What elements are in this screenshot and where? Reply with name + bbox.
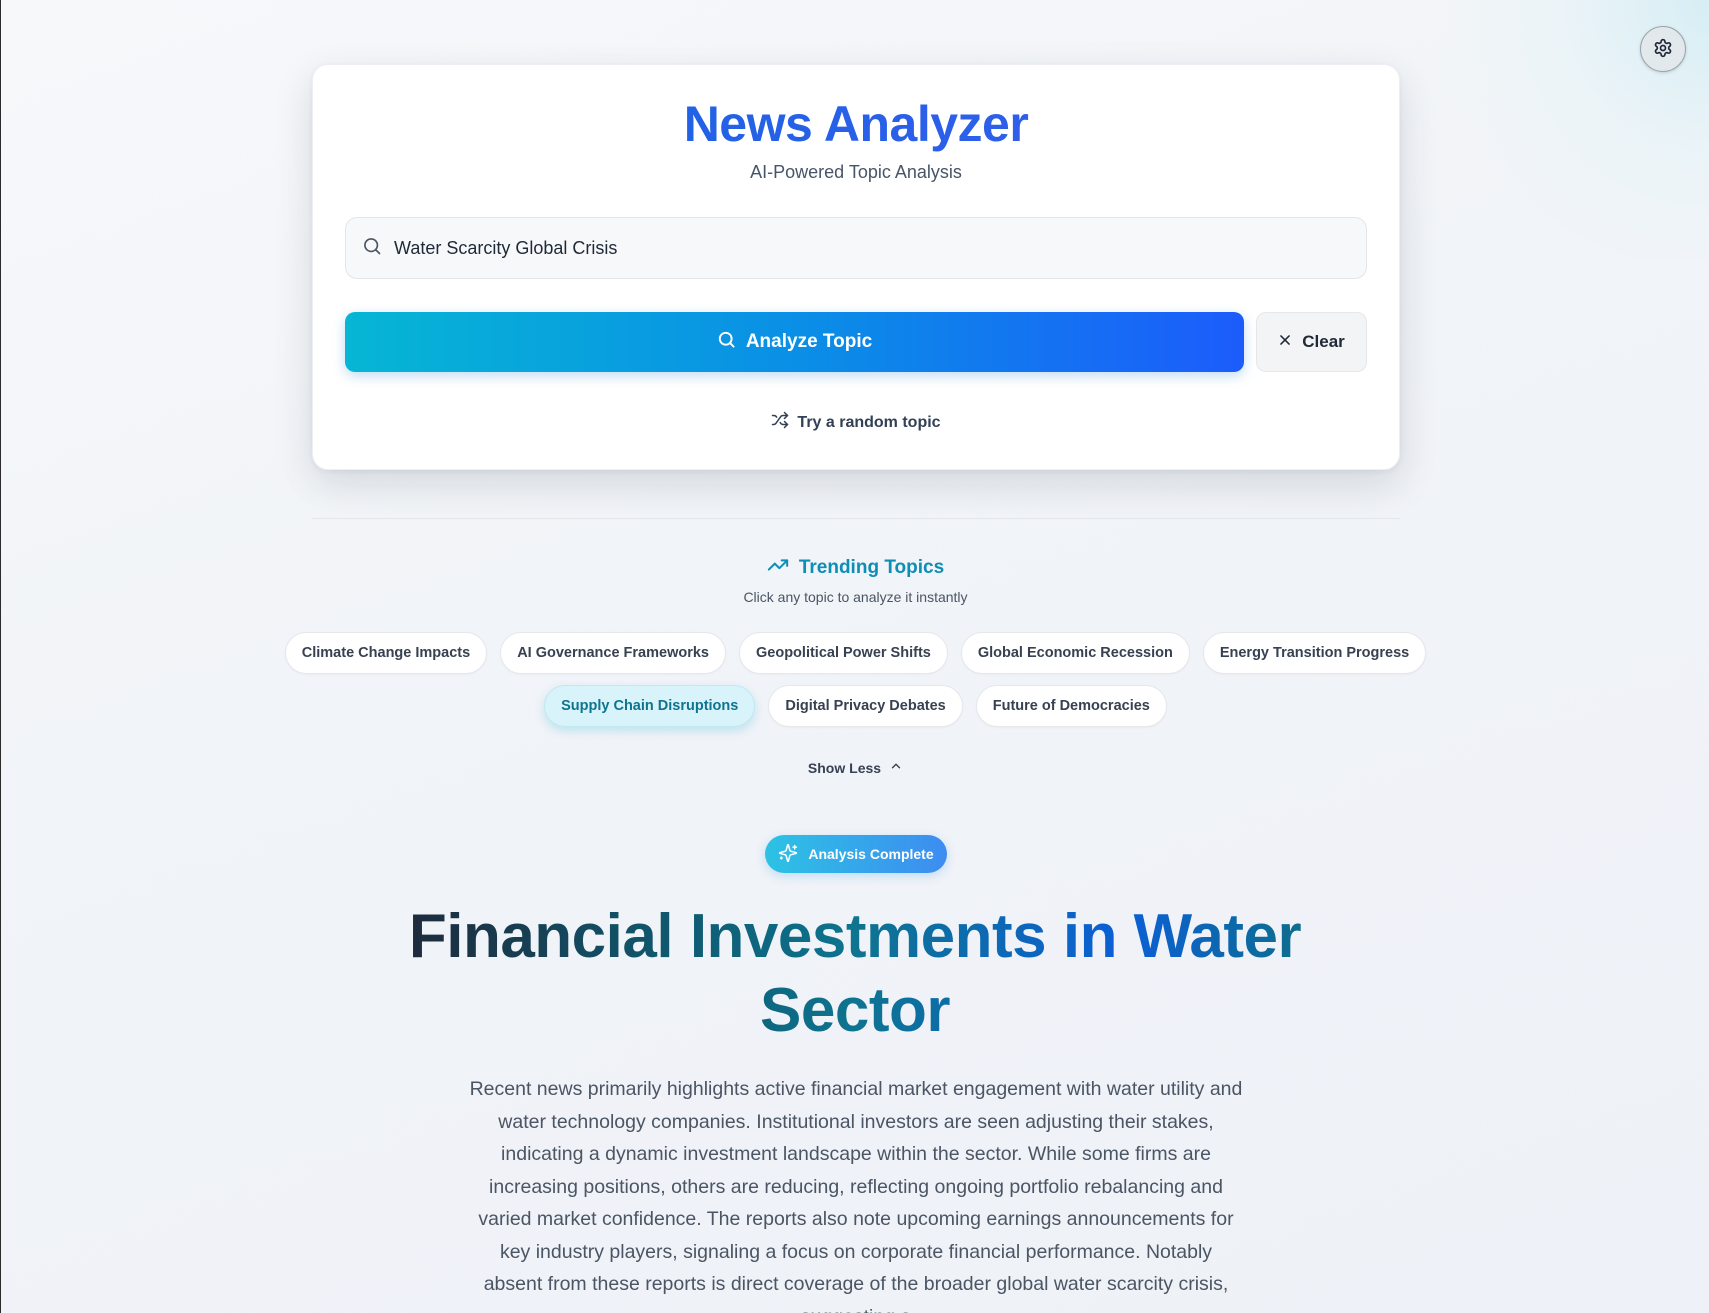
chevron-up-icon xyxy=(889,759,903,776)
topic-chip[interactable]: Future of Democracies xyxy=(975,685,1167,727)
settings-button[interactable] xyxy=(1640,26,1686,72)
analysis-summary: Recent news primarily highlights active … xyxy=(469,1078,1243,1313)
trending-subtitle: Click any topic to analyze it instantly xyxy=(743,589,968,605)
random-topic-link[interactable]: Try a random topic xyxy=(313,411,1399,434)
search-input[interactable] xyxy=(394,237,1294,259)
search-field[interactable] xyxy=(345,217,1367,279)
analyze-topic-button[interactable]: Analyze Topic xyxy=(345,312,1244,372)
gear-icon xyxy=(1653,38,1673,61)
sparkles-icon xyxy=(778,843,798,866)
clear-button[interactable]: Clear xyxy=(1256,312,1367,372)
trending-title-label: Trending Topics xyxy=(798,557,945,578)
shuffle-icon xyxy=(771,411,789,434)
trending-title: Trending Topics xyxy=(1,554,1709,582)
show-less-toggle[interactable]: Show Less xyxy=(1,759,1709,776)
random-topic-label: Try a random topic xyxy=(797,413,941,431)
topic-chip-row-1: Climate Change Impacts AI Governance Fra… xyxy=(1,632,1709,674)
topic-chip[interactable]: Energy Transition Progress xyxy=(1202,632,1427,674)
analysis-status-label: Analysis Complete xyxy=(808,846,934,862)
analysis-status-badge: Analysis Complete xyxy=(765,835,947,873)
topic-chip[interactable]: AI Governance Frameworks xyxy=(500,632,726,674)
app-subtitle: AI-Powered Topic Analysis xyxy=(750,162,962,182)
clear-label: Clear xyxy=(1302,332,1345,351)
search-card: News Analyzer AI-Powered Topic Analysis … xyxy=(312,64,1400,470)
close-icon xyxy=(1278,332,1292,352)
topic-chip[interactable]: Global Economic Recession xyxy=(960,632,1190,674)
topic-chip-active[interactable]: Supply Chain Disruptions xyxy=(544,685,756,727)
section-divider xyxy=(312,518,1400,519)
search-icon xyxy=(717,330,736,355)
topic-chip[interactable]: Digital Privacy Debates xyxy=(768,685,963,727)
analysis-headline: Financial Investments in Water Sector xyxy=(405,900,1305,1048)
topic-chip[interactable]: Climate Change Impacts xyxy=(284,632,488,674)
trending-up-icon xyxy=(767,554,789,582)
topic-chip-row-2: Supply Chain Disruptions Digital Privacy… xyxy=(1,685,1709,727)
app-title: News Analyzer xyxy=(313,95,1399,153)
topic-chip[interactable]: Geopolitical Power Shifts xyxy=(739,632,948,674)
analyze-topic-label: Analyze Topic xyxy=(745,331,873,352)
search-icon xyxy=(362,236,382,261)
show-less-label: Show Less xyxy=(807,759,882,776)
